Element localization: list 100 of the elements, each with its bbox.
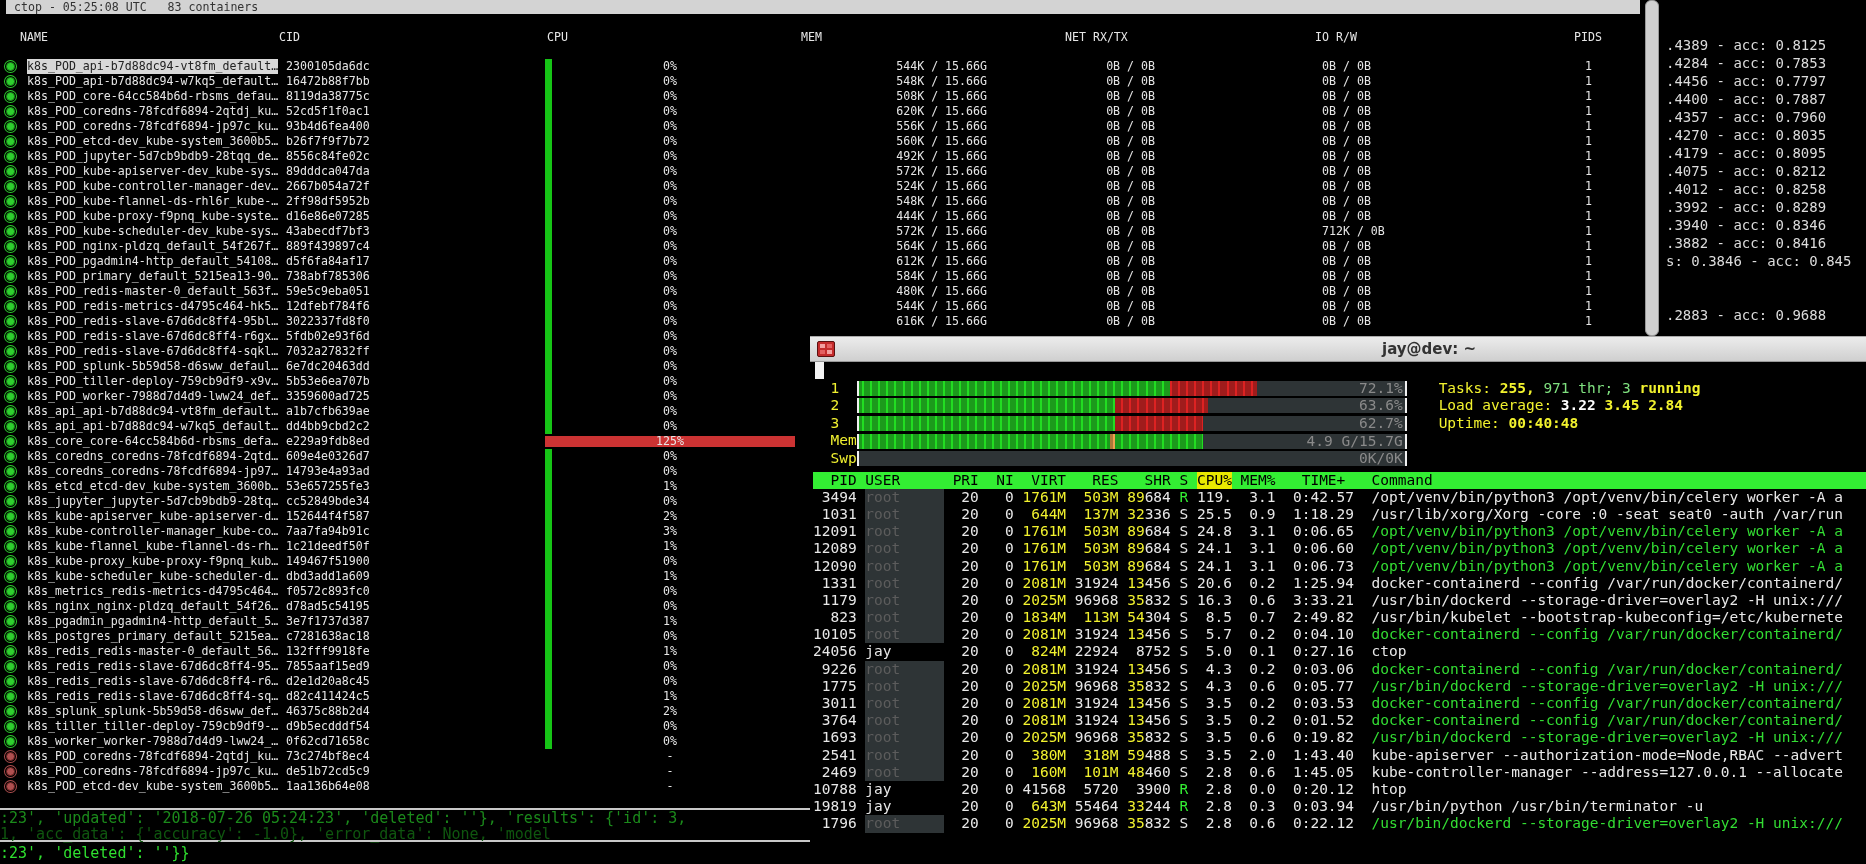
container-name[interactable]: k8s_POD_primary_default_5215ea13-90…	[27, 269, 279, 284]
container-name[interactable]: k8s_redis_redis-slave-67d6dc8ff4-r6…	[27, 674, 279, 689]
meter-reading: 63.6%	[1359, 398, 1403, 414]
container-name[interactable]: k8s_POD_api-b7d88dc94-w7kq5_default…	[27, 74, 279, 89]
column-header[interactable]: CID	[279, 30, 547, 45]
container-name[interactable]: k8s_POD_redis-master-0_default_563f…	[27, 284, 279, 299]
table-cell-text: 0	[1004, 574, 1014, 592]
container-name[interactable]: k8s_POD_kube-apiserver-dev_kube-sys…	[27, 164, 279, 179]
container-name[interactable]: k8s_splunk_splunk-5b59d58-d6sww_def…	[27, 704, 279, 719]
container-name[interactable]: k8s_redis_redis-slave-67d6dc8ff4-sq…	[27, 689, 279, 704]
container-name[interactable]: k8s_POD_kube-proxy-f9pnq_kube-syste…	[27, 209, 279, 224]
container-name[interactable]: k8s_POD_coredns-78fcdf6894-2qtdj_ku…	[27, 104, 279, 119]
container-name[interactable]: k8s_POD_pgadmin4-http_default_54108…	[27, 254, 279, 269]
container-name[interactable]: k8s_POD_redis-slave-67d6dc8ff4-sqkl…	[27, 344, 279, 359]
container-name[interactable]: k8s_metrics_redis-metrics-d4795c464…	[27, 584, 279, 599]
container-name[interactable]: k8s_redis_redis-slave-67d6dc8ff4-95…	[27, 659, 279, 674]
container-id: 0f62cd71658c	[286, 734, 371, 749]
container-name[interactable]: k8s_kube-controller-manager_kube-co…	[27, 524, 279, 539]
network-io: 0B / 0B	[1106, 74, 1155, 88]
container-name[interactable]: k8s_POD_splunk-5b59d58-d6sww_defaul…	[27, 359, 279, 374]
table-cell-text: 20	[960, 660, 979, 678]
container-id: 16472b88f7bb	[286, 74, 371, 89]
column-header[interactable]: RES	[1074, 471, 1119, 489]
command-text: /opt/venv/bin/python3 /opt/venv/bin/celery worker -A a	[1371, 488, 1843, 506]
container-name[interactable]: k8s_POD_kube-controller-manager-dev…	[27, 179, 279, 194]
container-name[interactable]: k8s_api_api-b7d88dc94-w7kq5_default…	[27, 419, 279, 434]
container-id: c7281638ac18	[286, 629, 371, 644]
table-cell-text: 0:27.16	[1291, 643, 1355, 661]
container-name[interactable]: k8s_POD_api-b7d88dc94-vt8fm_default…	[27, 59, 279, 74]
container-name[interactable]: k8s_pgadmin_pgadmin4-http_default_5…	[27, 614, 279, 629]
column-header[interactable]: CPU%	[1196, 471, 1232, 489]
memory-usage: 560K / 15.66G	[896, 134, 987, 148]
container-name[interactable]: k8s_POD_core-64cc584b6d-rbsms_defau…	[27, 89, 279, 104]
container-name[interactable]: k8s_POD_redis-slave-67d6dc8ff4-r6gx…	[27, 329, 279, 344]
table-cell-text: 1:45.05	[1291, 763, 1355, 781]
grid-icon[interactable]	[817, 341, 835, 357]
column-header[interactable]: MEM	[801, 30, 1065, 45]
container-name[interactable]: k8s_etcd_etcd-dev_kube-system_3600b…	[27, 479, 279, 494]
column-header[interactable]: S	[1179, 471, 1189, 489]
table-cell-text: 3:33.21	[1291, 591, 1355, 610]
container-name[interactable]: k8s_kube-apiserver_kube-apiserver-d…	[27, 509, 279, 524]
table-cell: 13456	[1127, 574, 1171, 592]
container-name[interactable]: k8s_api_api-b7d88dc94-vt8fm_default…	[27, 404, 279, 419]
window-title: ctop - 05:25:08 UTC 83 containers	[6, 0, 1640, 14]
disk-io: 0B / 0B	[1322, 239, 1371, 253]
column-header[interactable]: CPU	[547, 30, 801, 45]
column-header[interactable]: USER	[865, 471, 944, 489]
cpu-reading: 0%	[663, 269, 677, 284]
column-header[interactable]: NET RX/TX	[1065, 30, 1315, 45]
table-cell-text: 503M	[1082, 540, 1119, 558]
container-name[interactable]: k8s_nginx_nginx-pldzq_default_54f26…	[27, 599, 279, 614]
column-header[interactable]: PRI	[952, 471, 979, 489]
container-name[interactable]: k8s_POD_coredns-78fcdf6894-2qtdj_ku…	[27, 749, 279, 764]
container-name[interactable]: k8s_postgres_primary_default_5215ea…	[27, 629, 279, 644]
container-name[interactable]: k8s_worker_worker-7988d7d4d9-lww24_…	[27, 734, 279, 749]
container-name[interactable]: k8s_POD_redis-slave-67d6dc8ff4-95bl…	[27, 314, 279, 329]
container-name[interactable]: k8s_POD_kube-scheduler-dev_kube-sys…	[27, 224, 279, 239]
table-cell: S	[1179, 523, 1189, 541]
container-name[interactable]: k8s_POD_etcd-dev_kube-system_3600b5…	[27, 134, 279, 149]
container-name[interactable]: k8s_redis_redis-master-0_default_56…	[27, 644, 279, 659]
container-name[interactable]: k8s_POD_coredns-78fcdf6894-jp97c_ku…	[27, 119, 279, 134]
container-name[interactable]: k8s_POD_nginx-pldzq_default_54f267f…	[27, 239, 279, 254]
cpu-reading: 0%	[663, 209, 677, 224]
container-name[interactable]: k8s_kube-flannel_kube-flannel-ds-rh…	[27, 539, 279, 554]
container-name[interactable]: k8s_POD_coredns-78fcdf6894-jp97c_ku…	[27, 764, 279, 779]
column-header[interactable]: PIDS	[1574, 30, 1640, 45]
column-header[interactable]: NAME	[20, 30, 279, 45]
column-header[interactable]: VIRT	[1022, 471, 1067, 489]
table-cell: 24.1	[1196, 540, 1232, 558]
table-cell: S	[1179, 712, 1189, 730]
column-header[interactable]: SHR	[1127, 471, 1171, 489]
column-header[interactable]: Command	[1371, 471, 1433, 489]
container-name[interactable]: k8s_kube-scheduler_kube-scheduler-d…	[27, 569, 279, 584]
table-cell-text: 0	[1004, 557, 1014, 575]
column-header[interactable]: TIME+	[1275, 471, 1346, 489]
container-name[interactable]: k8s_POD_worker-7988d7d4d9-lww24_def…	[27, 389, 279, 404]
table-cell-text: 0.2	[1248, 574, 1276, 592]
column-header[interactable]: PID	[813, 471, 857, 489]
container-name[interactable]: k8s_kube-proxy_kube-proxy-f9pnq_kub…	[27, 554, 279, 569]
column-header[interactable]: MEM%	[1240, 471, 1276, 489]
container-name[interactable]: k8s_core_core-64cc584b6d-rbsms_defa…	[27, 434, 279, 449]
container-name[interactable]: k8s_POD_kube-flannel-ds-rhl6r_kube-…	[27, 194, 279, 209]
scrollbar[interactable]	[1645, 0, 1659, 336]
container-name[interactable]: k8s_POD_redis-metrics-d4795c464-hk5…	[27, 299, 279, 314]
column-header[interactable]: NI	[987, 471, 1014, 489]
table-cell-text: 137M	[1082, 505, 1119, 524]
column-header[interactable]: IO R/W	[1315, 30, 1574, 45]
container-name[interactable]: k8s_POD_tiller-deploy-759cb9df9-x9v…	[27, 374, 279, 389]
table-cell-text: 0.2	[1248, 626, 1276, 644]
container-name[interactable]: k8s_tiller_tiller-deploy-759cb9df9-…	[27, 719, 279, 734]
container-name[interactable]: k8s_coredns_coredns-78fcdf6894-jp97…	[27, 464, 279, 479]
disk-io: 0B / 0B	[1322, 314, 1371, 328]
cpu-reading: 0%	[663, 74, 677, 89]
container-name[interactable]: k8s_jupyter_jupyter-5d7cb9bdb9-28tq…	[27, 494, 279, 509]
container-name[interactable]: k8s_POD_jupyter-5d7cb9bdb9-28tqq_de…	[27, 149, 279, 164]
container-id: d5f6fa84af17	[286, 254, 371, 269]
container-name[interactable]: k8s_POD_etcd-dev_kube-system_3600b5…	[27, 779, 279, 794]
container-id: 738abf785306	[286, 269, 371, 284]
table-cell-text: 0	[1004, 488, 1014, 506]
container-name[interactable]: k8s_coredns_coredns-78fcdf6894-2qtd…	[27, 449, 279, 464]
